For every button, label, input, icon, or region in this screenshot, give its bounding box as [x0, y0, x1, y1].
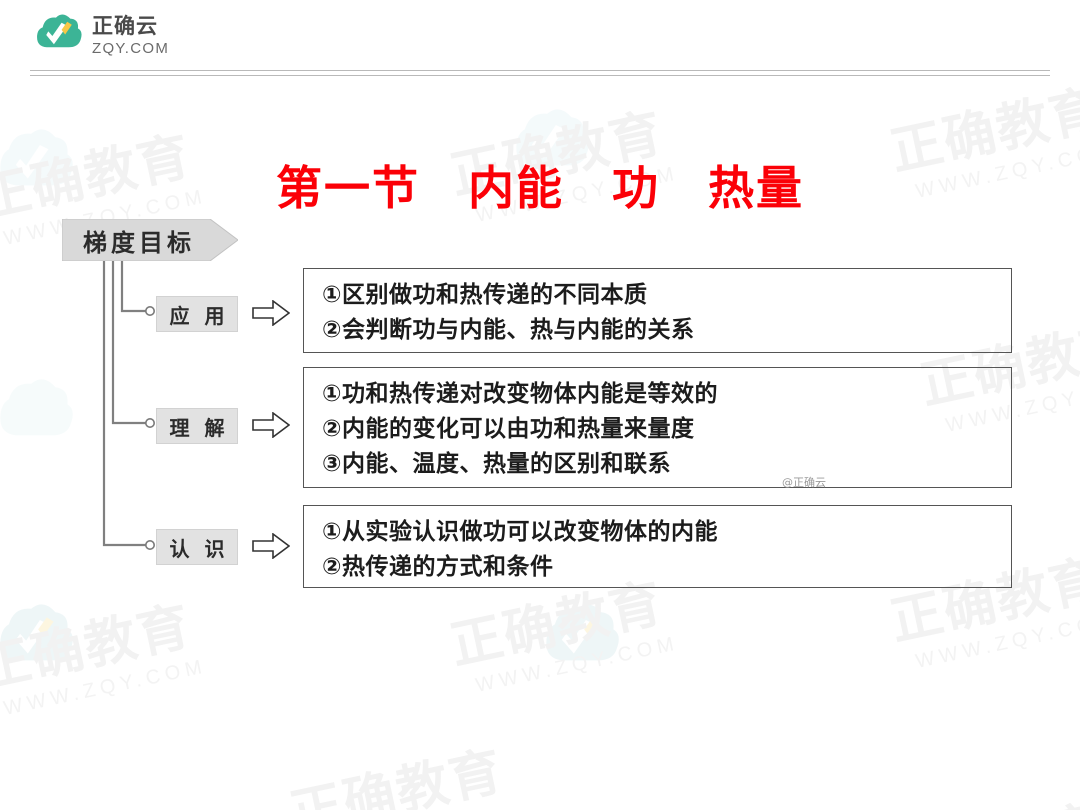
connector-node-apply [145, 305, 156, 316]
hollow-right-arrow-icon [252, 412, 290, 438]
watermark-main-text: 正确教育 [285, 741, 509, 810]
watermark-logo-icon [0, 379, 73, 436]
content-box-understand: ①功和热传递对改变物体内能是等效的 ②内能的变化可以由功和热量来量度 ③内能、温… [303, 367, 1012, 488]
watermark-text: 正确教育 WWW.ZQY.COM [0, 596, 209, 725]
content-box-know: ①从实验认识做功可以改变物体的内能 ②热传递的方式和条件 [303, 505, 1012, 588]
content-line: ③内能、温度、热量的区别和联系 [322, 451, 671, 477]
content-line: ②会判断功与内能、热与内能的关系 [322, 317, 695, 343]
page-title: 第一节 内能 功 热量 [276, 161, 804, 215]
banner-label: 梯度目标 [83, 228, 195, 257]
brand-name-en: ZQY.COM [92, 40, 170, 57]
content-line: ②热传递的方式和条件 [322, 554, 554, 580]
watermark-text: 正确教育 WWW.ZQY.COM [445, 573, 681, 702]
watermark-sub-text: WWW.ZQY.COM [473, 632, 681, 697]
connector-node-understand [145, 417, 156, 428]
watermark-sub-text: WWW.ZQY.COM [1, 655, 209, 720]
micro-watermark: @正确云 [782, 476, 826, 489]
stage-label-apply-text: 应 用 [169, 303, 229, 328]
connector-node-know [145, 539, 156, 550]
hollow-right-arrow-icon [252, 533, 290, 559]
connector-line-apply [120, 256, 151, 313]
connector-line-understand [111, 256, 151, 425]
content-line: ②内能的变化可以由功和热量来量度 [322, 416, 695, 442]
watermark-main-text: 正确教育 [0, 596, 197, 700]
header-divider [30, 70, 1050, 76]
content-line: ①区别做功和热传递的不同本质 [322, 282, 648, 308]
hollow-right-arrow-icon [252, 300, 290, 326]
stage-label-apply[interactable]: 应 用 [156, 296, 238, 332]
stage-label-know-text: 认 识 [169, 536, 229, 561]
gradient-goal-banner: 梯度目标 [62, 219, 238, 261]
page-header: 正确云 ZQY.COM [0, 0, 1080, 78]
slide-canvas: 正确教育 WWW.ZQY.COM 正确教育 WWW.ZQY.COM 正确教育 W… [0, 0, 1080, 810]
watermark-main-text: 正确教育 [445, 573, 669, 677]
watermark-logo-icon [0, 604, 73, 661]
watermark-text: 正确教育 [285, 741, 509, 810]
watermark-main-text: 正确教育 [885, 795, 1080, 810]
connector-line-know [102, 256, 151, 547]
stage-label-understand[interactable]: 理 解 [156, 408, 238, 444]
watermark-logo-icon [546, 604, 619, 661]
brand-name-cn: 正确云 [92, 14, 158, 38]
watermark-text: 正确教育 [885, 795, 1080, 810]
brand-logo-block[interactable]: 正确云 ZQY.COM [32, 12, 169, 58]
stage-label-know[interactable]: 认 识 [156, 529, 238, 565]
zqy-cloud-check-logo-icon [37, 14, 82, 48]
watermark-sub-text: WWW.ZQY.COM [913, 608, 1080, 673]
content-box-apply: ①区别做功和热传递的不同本质 ②会判断功与内能、热与内能的关系 [303, 268, 1012, 353]
content-line: ①功和热传递对改变物体内能是等效的 [322, 381, 718, 407]
stage-label-understand-text: 理 解 [169, 415, 229, 440]
content-line: ①从实验认识做功可以改变物体的内能 [322, 519, 718, 545]
